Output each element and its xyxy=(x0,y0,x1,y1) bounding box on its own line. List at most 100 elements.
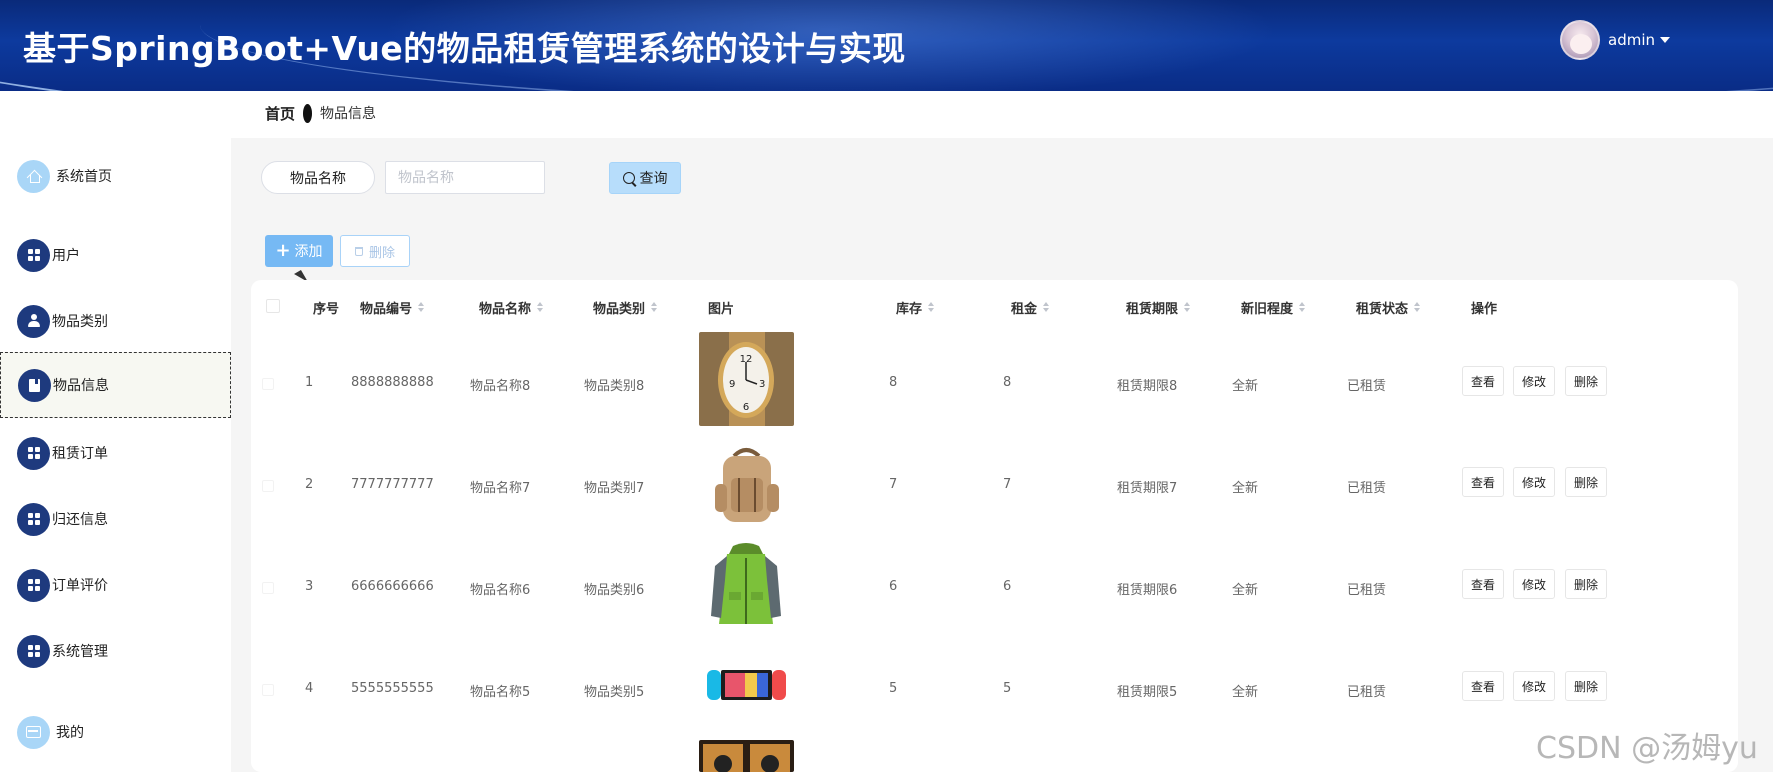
sidebar-item-label: 我的 xyxy=(56,725,84,741)
chevron-down-icon[interactable] xyxy=(1660,37,1670,43)
column-header-sortable[interactable]: 物品名称 xyxy=(479,299,544,317)
sort-icon xyxy=(1299,302,1306,312)
breadcrumb-current: 物品信息 xyxy=(320,106,377,122)
cell-stock: 6 xyxy=(889,579,898,594)
grid-icon xyxy=(17,436,50,470)
cell-name: 物品名称5 xyxy=(470,685,531,700)
sidebar-item-return-info[interactable]: 归还信息 xyxy=(0,486,231,552)
sort-icon xyxy=(537,302,544,312)
home-icon xyxy=(17,159,50,193)
row-checkbox[interactable] xyxy=(262,378,274,390)
cell-stock: 5 xyxy=(889,681,898,696)
top-header: 基于SpringBoot+Vue的物品租赁管理系统的设计与实现 admin xyxy=(0,0,1773,91)
row-checkbox[interactable] xyxy=(262,480,274,492)
row-checkbox[interactable] xyxy=(262,684,274,696)
app-title: 基于SpringBoot+Vue的物品租赁管理系统的设计与实现 xyxy=(23,29,906,68)
search-field-label: 物品名称 xyxy=(261,161,375,194)
cell-index: 4 xyxy=(305,681,314,696)
svg-text:6: 6 xyxy=(743,402,749,413)
cell-condition: 全新 xyxy=(1232,379,1259,394)
cell-period: 租赁期限6 xyxy=(1117,583,1178,598)
cell-name: 物品名称6 xyxy=(470,583,531,598)
sidebar-item-label: 系统管理 xyxy=(52,644,108,660)
sidebar-item-label: 订单评价 xyxy=(52,578,108,594)
cell-status: 已租赁 xyxy=(1347,685,1387,700)
grid-icon xyxy=(17,238,50,272)
select-all-checkbox[interactable] xyxy=(266,299,280,313)
view-button[interactable]: 查看 xyxy=(1462,366,1505,396)
cell-index: 1 xyxy=(305,375,314,390)
cell-stock: 7 xyxy=(889,477,898,492)
cell-rent: 8 xyxy=(1003,375,1012,390)
edit-button[interactable]: 修改 xyxy=(1513,366,1556,396)
sidebar-item-label: 用户 xyxy=(52,248,80,264)
column-header: 图片 xyxy=(708,301,735,317)
sort-icon xyxy=(1184,302,1191,312)
plus-icon: + xyxy=(275,240,291,261)
cell-period: 租赁期限7 xyxy=(1117,481,1178,496)
add-button[interactable]: + 添加 xyxy=(265,235,333,267)
sidebar-item-label: 物品类别 xyxy=(52,314,108,330)
delete-button[interactable]: 删除 xyxy=(1565,467,1608,497)
column-header-sortable[interactable]: 租赁状态 xyxy=(1356,299,1421,317)
add-button-label: 添加 xyxy=(294,244,323,260)
bulk-delete-button[interactable]: 删除 xyxy=(340,235,410,267)
grid-icon xyxy=(17,634,50,668)
cell-period: 租赁期限8 xyxy=(1117,379,1178,394)
search-input[interactable] xyxy=(385,161,545,194)
sidebar-item-home[interactable]: 系统首页 xyxy=(0,143,231,209)
view-button[interactable]: 查看 xyxy=(1462,467,1505,497)
cell-name: 物品名称8 xyxy=(470,379,531,394)
game-console-image xyxy=(699,660,794,708)
book-icon xyxy=(18,368,51,402)
sidebar-item-users[interactable]: 用户 xyxy=(0,222,231,288)
sidebar-item-item-info[interactable]: 物品信息 xyxy=(0,352,231,418)
sidebar-item-label: 归还信息 xyxy=(52,512,108,528)
cell-category: 物品类别6 xyxy=(584,583,645,598)
column-header-sortable[interactable]: 租赁期限 xyxy=(1126,299,1191,317)
cell-code: 6666666666 xyxy=(351,579,434,594)
column-header-sortable[interactable]: 租金 xyxy=(1011,299,1050,317)
cell-name: 物品名称7 xyxy=(470,481,531,496)
cell-status: 已租赁 xyxy=(1347,481,1387,496)
jacket-image xyxy=(699,540,794,634)
sidebar-item-order-reviews[interactable]: 订单评价 xyxy=(0,552,231,618)
cell-code: 7777777777 xyxy=(351,477,434,492)
cell-index: 2 xyxy=(305,477,314,492)
breadcrumb-home[interactable]: 首页 xyxy=(265,103,295,124)
username-label[interactable]: admin xyxy=(1608,31,1655,49)
column-header-sortable[interactable]: 库存 xyxy=(896,299,935,317)
wallet-icon xyxy=(17,715,50,749)
sidebar-item-rental-orders[interactable]: 租赁订单 xyxy=(0,420,231,486)
edit-button[interactable]: 修改 xyxy=(1513,467,1556,497)
delete-button[interactable]: 删除 xyxy=(1565,671,1608,701)
view-button[interactable]: 查看 xyxy=(1462,671,1505,701)
edit-button[interactable]: 修改 xyxy=(1513,671,1556,701)
cell-rent: 5 xyxy=(1003,681,1012,696)
cell-stock: 8 xyxy=(889,375,898,390)
svg-text:9: 9 xyxy=(729,379,735,390)
query-button[interactable]: 查询 xyxy=(609,162,681,194)
grid-icon xyxy=(17,502,50,536)
sidebar-item-mine[interactable]: 我的 xyxy=(0,699,231,765)
cell-status: 已租赁 xyxy=(1347,379,1387,394)
column-header-sortable[interactable]: 物品类别 xyxy=(593,299,658,317)
column-header-sortable[interactable]: 物品编号 xyxy=(360,299,425,317)
cell-category: 物品类别5 xyxy=(584,685,645,700)
edit-button[interactable]: 修改 xyxy=(1513,569,1556,599)
delete-button[interactable]: 删除 xyxy=(1565,366,1608,396)
row-checkbox[interactable] xyxy=(262,582,274,594)
view-button[interactable]: 查看 xyxy=(1462,569,1505,599)
delete-button[interactable]: 删除 xyxy=(1565,569,1608,599)
bulk-delete-label: 删除 xyxy=(368,245,395,261)
avatar[interactable] xyxy=(1560,20,1600,60)
sort-icon xyxy=(1414,302,1421,312)
sidebar-item-label: 系统首页 xyxy=(56,169,112,185)
search-icon xyxy=(622,172,635,184)
column-header-sortable[interactable]: 新旧程度 xyxy=(1241,299,1306,317)
column-header: 序号 xyxy=(313,301,340,317)
cell-rent: 7 xyxy=(1003,477,1012,492)
sidebar-item-item-category[interactable]: 物品类别 xyxy=(0,288,231,354)
svg-text:3: 3 xyxy=(759,379,765,390)
sidebar-item-system-admin[interactable]: 系统管理 xyxy=(0,618,231,684)
